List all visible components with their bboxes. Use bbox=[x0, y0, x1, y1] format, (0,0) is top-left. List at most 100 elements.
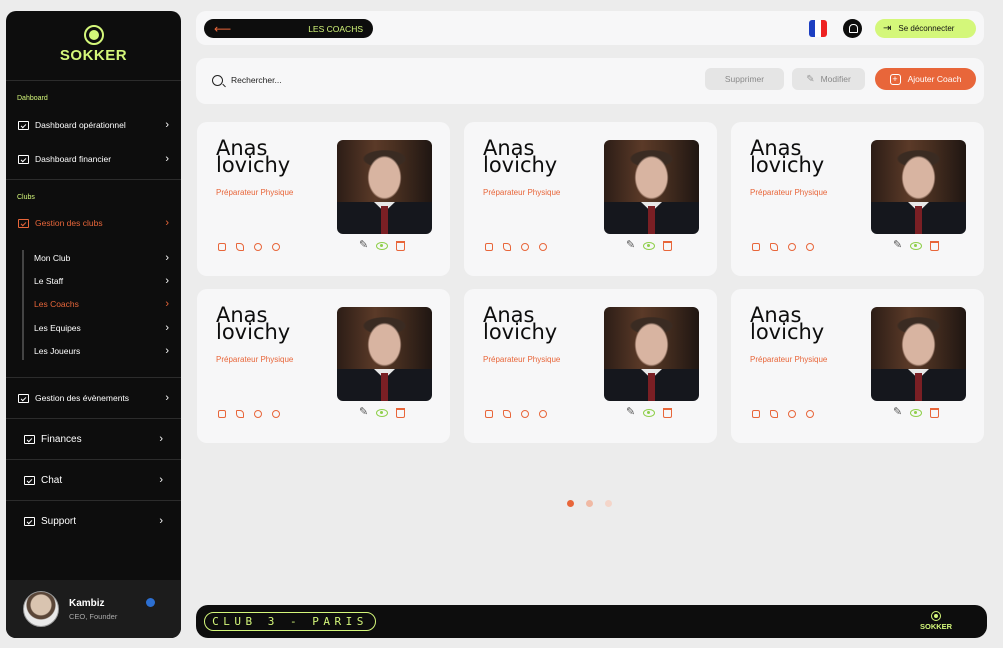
sidebar-item-support[interactable]: Support › bbox=[24, 512, 163, 530]
chart-screen-icon bbox=[18, 393, 29, 403]
globe-icon[interactable] bbox=[254, 243, 262, 251]
eye-icon[interactable] bbox=[376, 408, 389, 417]
logout-button[interactable]: ⇥ Se déconnecter bbox=[875, 19, 976, 38]
info-icon[interactable] bbox=[272, 243, 280, 251]
trash-icon[interactable] bbox=[663, 407, 673, 418]
globe-icon[interactable] bbox=[521, 243, 529, 251]
sidebar-subitem-label: Les Coachs bbox=[34, 299, 79, 309]
phone-icon[interactable] bbox=[503, 243, 511, 251]
toolbar: Supprimer ✎ Modifier + Ajouter Coach bbox=[196, 58, 984, 104]
sidebar-subitem-les-equipes[interactable]: Les Equipes › bbox=[34, 320, 169, 336]
page-dot-2[interactable] bbox=[586, 500, 593, 507]
mail-icon[interactable] bbox=[218, 410, 226, 418]
pagination bbox=[567, 500, 612, 507]
edit-pencil-icon[interactable]: ✎ bbox=[359, 240, 368, 251]
trash-icon[interactable] bbox=[930, 407, 940, 418]
globe-icon[interactable] bbox=[788, 243, 796, 251]
club-badge[interactable]: CLUB 3 - PARIS bbox=[204, 612, 376, 631]
sidebar-item-gestion-evenements[interactable]: Gestion des évènements › bbox=[18, 389, 169, 407]
eye-icon[interactable] bbox=[643, 408, 656, 417]
sidebar-subitem-mon-club[interactable]: Mon Club › bbox=[34, 250, 169, 266]
avatar bbox=[23, 591, 59, 627]
delete-button[interactable]: Supprimer bbox=[705, 68, 784, 90]
mail-icon[interactable] bbox=[752, 410, 760, 418]
eye-icon[interactable] bbox=[643, 241, 656, 250]
coach-role: Préparateur Physique bbox=[483, 188, 561, 197]
eye-icon[interactable] bbox=[376, 241, 389, 250]
globe-icon[interactable] bbox=[254, 410, 262, 418]
eye-icon[interactable] bbox=[910, 241, 923, 250]
sidebar-item-label: Support bbox=[41, 515, 77, 527]
chart-screen-icon bbox=[24, 434, 35, 444]
tie bbox=[915, 373, 922, 401]
chevron-right-icon: › bbox=[165, 298, 169, 310]
info-icon[interactable] bbox=[272, 410, 280, 418]
sidebar-item-chat[interactable]: Chat › bbox=[24, 471, 163, 489]
page-dot-3[interactable] bbox=[605, 500, 612, 507]
edit-pencil-icon[interactable]: ✎ bbox=[626, 240, 635, 251]
edit-pencil-icon[interactable]: ✎ bbox=[893, 240, 902, 251]
edit-pencil-icon[interactable]: ✎ bbox=[359, 407, 368, 418]
page-dot-1[interactable] bbox=[567, 500, 574, 507]
coach-card[interactable]: Anas lovichy Préparateur Physique ✎ bbox=[464, 289, 717, 443]
phone-icon[interactable] bbox=[770, 243, 778, 251]
sidebar-item-gestion-clubs[interactable]: Gestion des clubs › bbox=[18, 214, 169, 232]
coach-card[interactable]: Anas lovichy Préparateur Physique ✎ bbox=[197, 122, 450, 276]
trash-icon[interactable] bbox=[930, 240, 940, 251]
footer-bar: CLUB 3 - PARIS SOKKER bbox=[196, 605, 987, 638]
globe-icon[interactable] bbox=[521, 410, 529, 418]
sidebar-item-dashboard-financier[interactable]: Dashboard financier › bbox=[18, 150, 169, 168]
verified-badge-icon bbox=[146, 598, 155, 607]
divider bbox=[6, 179, 181, 180]
sidebar-item-finances[interactable]: Finances › bbox=[24, 430, 163, 448]
user-role: CEO, Founder bbox=[69, 611, 118, 621]
eye-icon[interactable] bbox=[910, 408, 923, 417]
sidebar-subitem-les-joueurs[interactable]: Les Joueurs › bbox=[34, 343, 169, 359]
info-icon[interactable] bbox=[539, 410, 547, 418]
edit-pencil-icon[interactable]: ✎ bbox=[626, 407, 635, 418]
edit-button[interactable]: ✎ Modifier bbox=[792, 68, 865, 90]
back-button[interactable]: ⟵ LES COACHS bbox=[204, 19, 373, 38]
coach-photo bbox=[337, 140, 432, 234]
coach-card[interactable]: Anas lovichy Préparateur Physique ✎ bbox=[731, 122, 984, 276]
sokker-logo[interactable]: SOKKER bbox=[6, 25, 181, 64]
contact-icons bbox=[218, 410, 280, 418]
coach-photo bbox=[604, 307, 699, 401]
coach-last-name: lovichy bbox=[750, 153, 825, 177]
user-panel[interactable]: Kambiz CEO, Founder bbox=[6, 580, 181, 638]
phone-icon[interactable] bbox=[236, 243, 244, 251]
chevron-right-icon: › bbox=[159, 433, 163, 445]
info-icon[interactable] bbox=[806, 410, 814, 418]
trash-icon[interactable] bbox=[396, 407, 406, 418]
sidebar-subitem-les-coachs[interactable]: Les Coachs › bbox=[34, 296, 169, 312]
edit-pencil-icon[interactable]: ✎ bbox=[893, 407, 902, 418]
sidebar-item-label: Gestion des clubs bbox=[35, 218, 103, 228]
chevron-right-icon: › bbox=[165, 345, 169, 357]
info-icon[interactable] bbox=[539, 243, 547, 251]
phone-icon[interactable] bbox=[236, 410, 244, 418]
coach-photo bbox=[604, 140, 699, 234]
info-icon[interactable] bbox=[806, 243, 814, 251]
sidebar-item-dashboard-operationnel[interactable]: Dashboard opérationnel › bbox=[18, 116, 169, 134]
mail-icon[interactable] bbox=[218, 243, 226, 251]
mail-icon[interactable] bbox=[752, 243, 760, 251]
sidebar-item-label: Dashboard opérationnel bbox=[35, 120, 126, 130]
sidebar-subitem-le-staff[interactable]: Le Staff › bbox=[34, 273, 169, 289]
french-flag-icon[interactable] bbox=[809, 20, 827, 37]
globe-icon[interactable] bbox=[788, 410, 796, 418]
mail-icon[interactable] bbox=[485, 410, 493, 418]
trash-icon[interactable] bbox=[663, 240, 673, 251]
phone-icon[interactable] bbox=[770, 410, 778, 418]
page-title: LES COACHS bbox=[308, 23, 363, 34]
mail-icon[interactable] bbox=[485, 243, 493, 251]
coach-card[interactable]: Anas lovichy Préparateur Physique ✎ bbox=[731, 289, 984, 443]
coach-card[interactable]: Anas lovichy Préparateur Physique ✎ bbox=[197, 289, 450, 443]
coach-role: Préparateur Physique bbox=[216, 355, 294, 364]
bell-icon[interactable] bbox=[843, 19, 862, 38]
search-input[interactable] bbox=[231, 72, 531, 88]
coach-card[interactable]: Anas lovichy Préparateur Physique ✎ bbox=[464, 122, 717, 276]
add-coach-button[interactable]: + Ajouter Coach bbox=[875, 68, 976, 90]
trash-icon[interactable] bbox=[396, 240, 406, 251]
contact-icons bbox=[752, 243, 814, 251]
phone-icon[interactable] bbox=[503, 410, 511, 418]
